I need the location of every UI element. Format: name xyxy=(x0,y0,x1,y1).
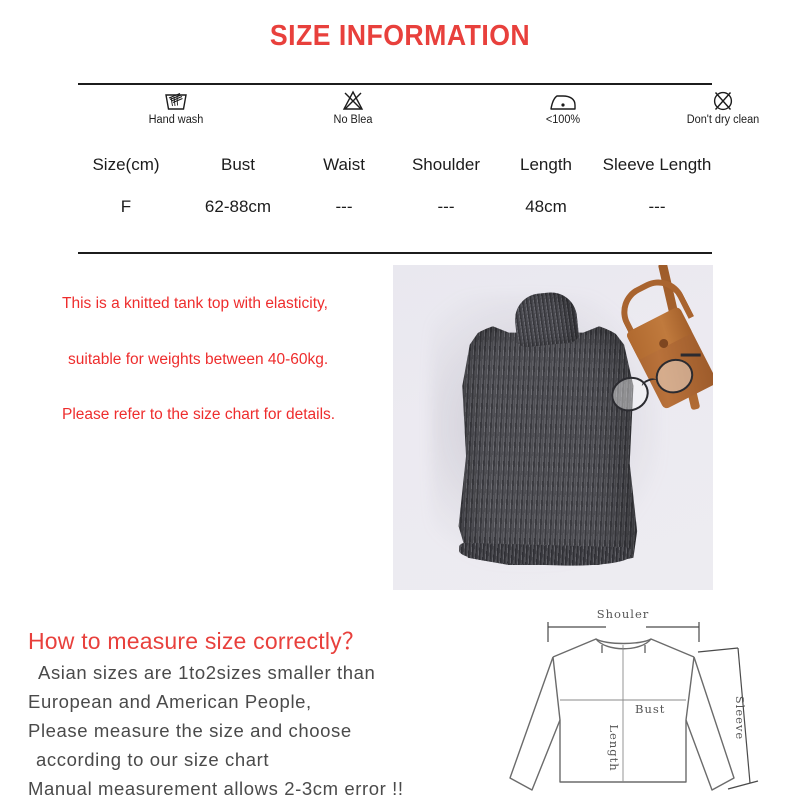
lens-right xyxy=(650,353,699,400)
no-bleach-icon xyxy=(293,88,413,112)
hand-wash-icon xyxy=(116,88,236,112)
glasses-temple xyxy=(680,353,701,357)
care-symbol-no-dry-clean: Don't dry clean xyxy=(663,88,783,126)
column-header-bust: Bust xyxy=(220,155,256,174)
product-photo xyxy=(393,265,713,590)
table-header-row: Size(cm) Bust Waist Shoulder Length Slee… xyxy=(70,148,720,182)
how-to-line-4: according to our size chart xyxy=(36,749,270,770)
description-line-3: Please refer to the size chart for detai… xyxy=(62,406,336,423)
divider-bottom xyxy=(78,252,712,254)
table-row: F 62-88cm --- --- 48cm --- xyxy=(70,182,720,232)
diagram-label-shoulder: Shouler xyxy=(597,607,650,621)
diagram-label-sleeve: Sleeve xyxy=(733,696,747,740)
care-symbols-row: Hand wash No Blea <100% Don't dry clean xyxy=(78,88,759,133)
garment-body xyxy=(458,323,638,565)
column-header-size: Size(cm) xyxy=(92,155,160,174)
column-header-length: Length xyxy=(520,155,572,174)
diagram-label-bust: Bust xyxy=(635,702,665,716)
garment-hem xyxy=(458,542,632,568)
care-symbol-label: <100% xyxy=(545,114,581,126)
product-description: This is a knitted tank top with elastici… xyxy=(62,296,392,463)
care-symbol-hand-wash: Hand wash xyxy=(116,88,236,126)
cell-sleeve-length: --- xyxy=(648,197,666,216)
how-to-line-3: Please measure the size and choose xyxy=(28,720,352,741)
glasses-bridge xyxy=(640,376,659,391)
iron-low-icon xyxy=(503,88,623,112)
column-header-shoulder: Shoulder xyxy=(411,155,481,174)
cell-shoulder: --- xyxy=(437,197,455,216)
how-to-line-1: Asian sizes are 1to2sizes smaller than xyxy=(38,662,376,683)
diagram-label-length: Length xyxy=(607,724,621,771)
care-symbol-label: Hand wash xyxy=(148,114,204,126)
description-line-1: This is a knitted tank top with elastici… xyxy=(62,295,328,312)
cell-length: 48cm xyxy=(525,197,567,216)
how-to-measure-heading: How to measure size correctly？ xyxy=(28,628,366,654)
cell-waist: --- xyxy=(335,197,353,216)
how-to-measure-section: How to measure size correctly？ Asian siz… xyxy=(28,622,498,803)
size-chart-table: Size(cm) Bust Waist Shoulder Length Slee… xyxy=(70,148,720,232)
care-symbol-iron: <100% xyxy=(503,88,623,126)
description-line-2: suitable for weights between 40-60kg. xyxy=(68,350,329,368)
care-symbol-no-bleach: No Blea xyxy=(293,88,413,126)
how-to-line-5: Manual measurement allows 2-3cm error !! xyxy=(28,778,404,799)
column-header-sleeve-length: Sleeve Length xyxy=(602,155,712,174)
page-title: SIZE INFORMATION xyxy=(269,20,531,52)
care-symbol-label: Don't dry clean xyxy=(686,114,760,126)
divider-top xyxy=(78,83,712,85)
measurement-diagram: Shouler Sleeve Bust Length xyxy=(498,600,800,800)
garment-turtleneck xyxy=(512,289,580,349)
column-header-waist: Waist xyxy=(323,155,365,174)
how-to-line-2: European and American People, xyxy=(28,691,312,712)
no-dry-clean-icon xyxy=(663,88,783,112)
care-symbol-label: No Blea xyxy=(333,114,373,126)
lens-left xyxy=(605,371,654,417)
cell-size: F xyxy=(120,197,132,216)
cell-bust: 62-88cm xyxy=(204,197,272,216)
